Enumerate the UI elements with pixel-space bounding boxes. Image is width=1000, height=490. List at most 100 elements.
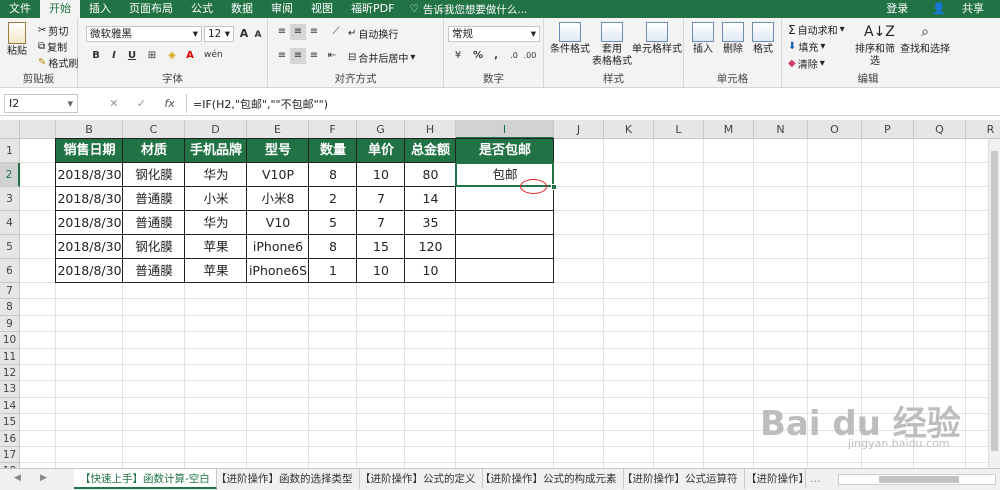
column-header[interactable]: O [808,120,862,139]
copy-button[interactable]: ⧉ 复制 [38,39,67,54]
table-cell[interactable] [456,211,554,235]
sheet-tab-0[interactable]: 【快速上手】函数计算-空白 [74,469,217,489]
table-cell[interactable]: 钢化膜 [123,235,185,259]
sheet-tab-4[interactable]: 【进阶操作】公式运算符 [616,469,745,489]
column-header[interactable]: R [966,120,1000,139]
delete-cells-button[interactable]: 删除 [718,22,748,56]
number-format-select[interactable]: 常规 ▾ [448,26,540,42]
column-header[interactable]: K [604,120,654,139]
sheet-tab-2[interactable]: 【进阶操作】公式的定义 [354,469,483,489]
table-cell[interactable]: 苹果 [185,259,247,283]
table-cell[interactable]: 普通膜 [123,259,185,283]
row-header[interactable]: 11 [0,348,20,365]
tab-insert[interactable]: 插入 [80,0,120,18]
insert-function-icon[interactable]: fx [164,97,174,110]
insert-cells-button[interactable]: 插入 [688,22,718,56]
column-header[interactable]: G [357,120,405,139]
tell-me-box[interactable]: ♡ 告诉我您想要做什么... [409,2,527,17]
table-header-cell[interactable]: 数量 [309,139,357,163]
percent-button[interactable]: % [470,48,486,64]
column-header[interactable]: F [309,120,357,139]
table-header-cell[interactable]: 型号 [247,139,309,163]
cell-styles-button[interactable]: 单元格样式 [632,22,682,56]
increase-decimal-icon[interactable]: .0 [506,48,522,64]
font-name-select[interactable]: 微软雅黑 ▾ [86,26,202,42]
tab-foxit-pdf[interactable]: 福昕PDF [342,0,403,18]
table-header-cell[interactable]: 是否包邮 [456,139,554,163]
row-header[interactable]: 1 [0,139,20,163]
row-header[interactable]: 14 [0,397,20,415]
align-top-icon[interactable]: ≡ [274,24,290,40]
phonetic-button[interactable]: wén [204,47,223,63]
tab-file[interactable]: 文件 [0,0,40,18]
share-button[interactable]: 👤 共享 [916,0,1000,18]
table-cell[interactable] [456,235,554,259]
tab-review[interactable]: 审阅 [262,0,302,18]
bold-button[interactable]: B [88,48,104,64]
row-header[interactable]: 7 [0,283,20,300]
find-select-button[interactable]: ⌕ 查找和选择 [900,22,950,56]
table-cell[interactable]: 2018/8/30 [56,235,123,259]
enter-icon[interactable]: ✓ [137,97,146,110]
sheet-tab-3[interactable]: 【进阶操作】公式的构成元素 [474,469,624,489]
column-header[interactable]: Q [914,120,966,139]
table-cell[interactable]: V10P [247,163,309,187]
table-cell[interactable]: 10 [357,259,405,283]
row-header[interactable]: 15 [0,414,20,431]
format-as-table-button[interactable]: 套用 表格格式 [590,22,634,68]
format-cells-button[interactable]: 格式 [748,22,778,56]
fill-button[interactable]: ⬇ 填充 ▾ [788,39,825,54]
tab-view[interactable]: 视图 [302,0,342,18]
table-cell[interactable]: V10 [247,211,309,235]
table-header-cell[interactable]: 单价 [357,139,405,163]
row-header[interactable]: 10 [0,332,20,349]
table-cell[interactable]: 8 [309,235,357,259]
decrease-decimal-icon[interactable]: .00 [522,48,538,64]
row-header[interactable]: 9 [0,315,20,333]
table-cell[interactable]: iPhone6S [247,259,309,283]
table-cell[interactable]: 8 [309,163,357,187]
column-header[interactable]: I [456,120,554,139]
row-header[interactable]: 5 [0,235,20,259]
table-cell[interactable]: 华为 [185,211,247,235]
table-cell[interactable]: 35 [405,211,456,235]
table-cell[interactable]: 10 [405,259,456,283]
table-cell[interactable]: 普通膜 [123,211,185,235]
row-header[interactable]: 2 [0,163,20,187]
fill-handle[interactable] [551,184,557,190]
clear-button[interactable]: ◆ 清除 ▾ [788,56,825,71]
sort-filter-button[interactable]: A↓Z 排序和筛选 [852,22,898,68]
horizontal-scrollbar[interactable] [838,474,996,485]
underline-button[interactable]: U [124,48,140,64]
column-header[interactable]: E [247,120,309,139]
align-middle-icon[interactable]: ≡ [290,24,306,40]
tab-scroll-left-icon[interactable]: ◀ [14,473,21,483]
select-all-corner[interactable] [0,120,20,139]
table-cell[interactable]: 5 [309,211,357,235]
row-header[interactable]: 12 [0,365,20,382]
tab-scroll-right-icon[interactable]: ▶ [40,473,47,483]
table-cell[interactable]: 小米 [185,187,247,211]
format-painter-button[interactable]: ✎ 格式刷 [38,55,78,70]
tab-data[interactable]: 数据 [222,0,262,18]
font-color-button[interactable]: A [182,48,198,64]
fill-color-button[interactable]: ◈ [164,48,180,64]
sheet-tab-1[interactable]: 【进阶操作】函数的选择类型 [210,469,360,489]
cut-button[interactable]: ✂ 剪切 [38,23,68,38]
table-cell[interactable]: 华为 [185,163,247,187]
vertical-scrollbar[interactable] [988,139,1000,468]
sheet-tab-5[interactable]: 【进阶操作】 [740,469,806,489]
table-cell[interactable]: 普通膜 [123,187,185,211]
column-header[interactable] [20,120,56,139]
row-header[interactable]: 16 [0,430,20,447]
autosum-button[interactable]: Σ 自动求和 ▾ [788,22,845,38]
table-cell[interactable]: 2018/8/30 [56,187,123,211]
column-header[interactable]: J [554,120,604,139]
wrap-text-button[interactable]: ↵ 自动换行 [348,26,398,41]
table-cell[interactable]: 10 [357,163,405,187]
formula-input[interactable]: =IF(H2,"包邮",""不包邮"") [186,94,996,113]
tab-page-layout[interactable]: 页面布局 [120,0,182,18]
row-header[interactable]: 6 [0,259,20,283]
login-button[interactable]: 登录 [878,0,916,18]
align-center-icon[interactable]: ≡ [290,48,306,64]
